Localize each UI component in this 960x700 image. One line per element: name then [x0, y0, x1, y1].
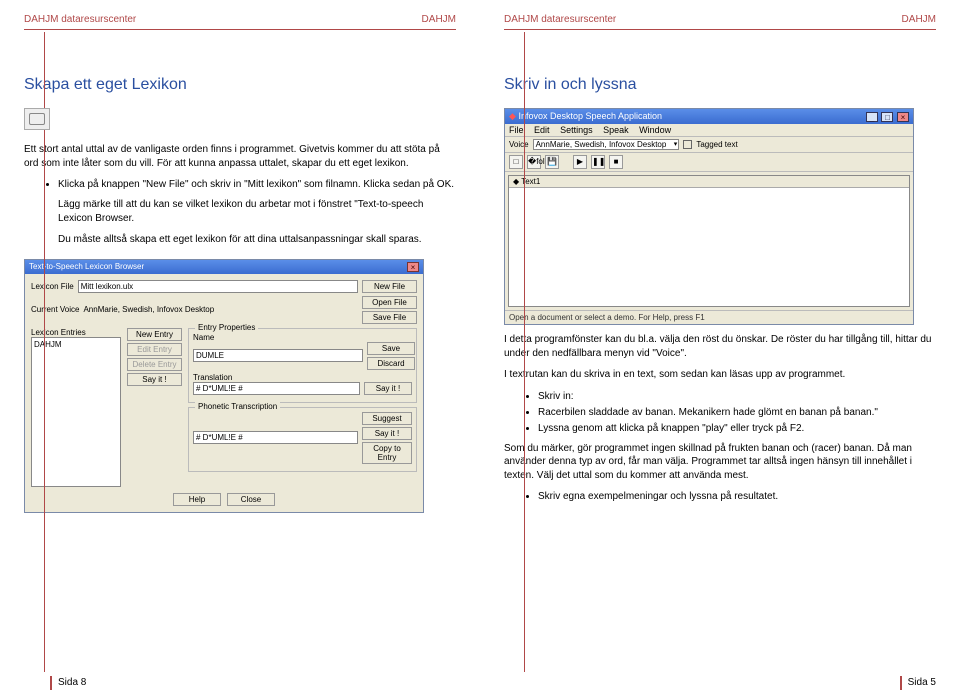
- new-entry-button[interactable]: New Entry: [127, 328, 182, 341]
- discard-button[interactable]: Discard: [367, 357, 415, 370]
- voice-combo[interactable]: AnnMarie, Swedish, Infovox Desktop: [533, 139, 680, 150]
- header-rule: [24, 29, 456, 30]
- lexicon-browser-window: Text-to-Speech Lexicon Browser × Lexicon…: [24, 259, 424, 513]
- page-number: Sida 8: [50, 676, 86, 690]
- lexicon-icon: [24, 108, 50, 130]
- speech-app-window: ◆ Infovox Desktop Speech Application _ □…: [504, 108, 914, 325]
- entry-properties-label: Entry Properties: [195, 323, 258, 332]
- new-icon[interactable]: □: [509, 155, 523, 169]
- delete-entry-button[interactable]: Delete Entry: [127, 358, 182, 371]
- page-title: Skapa ett eget Lexikon: [24, 76, 456, 94]
- header-left: DAHJM dataresurscenter: [504, 14, 616, 25]
- menu-settings[interactable]: Settings: [560, 125, 593, 135]
- save-file-button[interactable]: Save File: [362, 311, 417, 324]
- bullet-item: Klicka på knappen "New File" och skriv i…: [58, 178, 456, 192]
- close-icon[interactable]: ×: [407, 262, 419, 272]
- stop-icon[interactable]: ■: [609, 155, 623, 169]
- window-title: Text-to-Speech Lexicon Browser: [29, 262, 144, 271]
- suggest-button[interactable]: Suggest: [362, 412, 412, 425]
- bullet-item: Skriv in:: [538, 390, 936, 404]
- phonetic-field[interactable]: # D*UML!E #: [193, 431, 358, 444]
- save-icon[interactable]: 💾: [545, 155, 559, 169]
- bullet-item: Racerbilen sladdade av banan. Mekanikern…: [538, 406, 936, 420]
- header-right: DAHJM: [422, 14, 456, 25]
- translation-label: Translation: [193, 373, 412, 382]
- new-file-button[interactable]: New File: [362, 280, 417, 293]
- note-paragraph: Du måste alltså skapa ett eget lexikon f…: [58, 233, 456, 247]
- paragraph: Som du märker, gör programmet ingen skil…: [504, 442, 936, 483]
- paragraph: I detta programfönster kan du bl.a. välj…: [504, 333, 936, 360]
- header-rule: [504, 29, 936, 30]
- page-number: Sida 5: [900, 676, 936, 690]
- tab-text1[interactable]: ◆ Text1: [513, 177, 540, 186]
- menu-edit[interactable]: Edit: [534, 125, 550, 135]
- window-title: Infovox Desktop Speech Application: [518, 111, 662, 121]
- say-it-translation-button[interactable]: Say it !: [364, 382, 412, 395]
- current-voice-value: AnnMarie, Swedish, Infovox Desktop: [83, 305, 214, 314]
- say-it-phon-button[interactable]: Say it !: [362, 427, 412, 440]
- tagged-checkbox[interactable]: [683, 140, 692, 149]
- list-item[interactable]: DAHJM: [34, 340, 118, 349]
- minimize-icon[interactable]: _: [866, 112, 878, 122]
- close-icon[interactable]: ×: [897, 112, 909, 122]
- margin-rule: [524, 32, 525, 672]
- translation-field[interactable]: # D*UML!E #: [193, 382, 360, 395]
- pause-icon[interactable]: ❚❚: [591, 155, 605, 169]
- maximize-icon[interactable]: □: [881, 112, 893, 122]
- bullet-item: Lyssna genom att klicka på knappen "play…: [538, 422, 936, 436]
- name-field[interactable]: DUMLE: [193, 349, 363, 362]
- text-area[interactable]: [509, 188, 909, 306]
- app-icon: ◆: [509, 111, 516, 121]
- open-file-button[interactable]: Open File: [362, 296, 417, 309]
- header-right: DAHJM: [902, 14, 936, 25]
- header-left: DAHJM dataresurscenter: [24, 14, 136, 25]
- edit-entry-button[interactable]: Edit Entry: [127, 343, 182, 356]
- name-label: Name: [193, 333, 412, 342]
- voice-label: Voice: [509, 140, 529, 149]
- lexicon-file-label: Lexicon File: [31, 282, 74, 291]
- menubar: File Edit Settings Speak Window: [505, 124, 913, 137]
- close-button[interactable]: Close: [227, 493, 275, 506]
- tagged-label: Tagged text: [696, 140, 737, 149]
- current-voice-label: Current Voice: [31, 305, 79, 314]
- paragraph: I textrutan kan du skriva in en text, so…: [504, 368, 936, 382]
- intro-paragraph: Ett stort antal uttal av de vanligaste o…: [24, 143, 456, 170]
- say-it-button[interactable]: Say it !: [127, 373, 182, 386]
- menu-file[interactable]: File: [509, 125, 524, 135]
- menu-window[interactable]: Window: [639, 125, 671, 135]
- bullet-item: Skriv egna exempelmeningar och lyssna på…: [538, 490, 936, 504]
- save-button[interactable]: Save: [367, 342, 415, 355]
- status-bar: Open a document or select a demo. For He…: [505, 310, 913, 324]
- menu-speak[interactable]: Speak: [603, 125, 629, 135]
- help-button[interactable]: Help: [173, 493, 221, 506]
- page-title: Skriv in och lyssna: [504, 76, 936, 94]
- play-icon[interactable]: ▶: [573, 155, 587, 169]
- note-paragraph: Lägg märke till att du kan se vilket lex…: [58, 198, 456, 225]
- open-icon[interactable]: �folder: [527, 155, 541, 169]
- lexicon-file-field[interactable]: Mitt lexikon.ulx: [78, 280, 358, 293]
- phonetic-label: Phonetic Transcription: [195, 402, 280, 411]
- copy-to-entry-button[interactable]: Copy to Entry: [362, 442, 412, 464]
